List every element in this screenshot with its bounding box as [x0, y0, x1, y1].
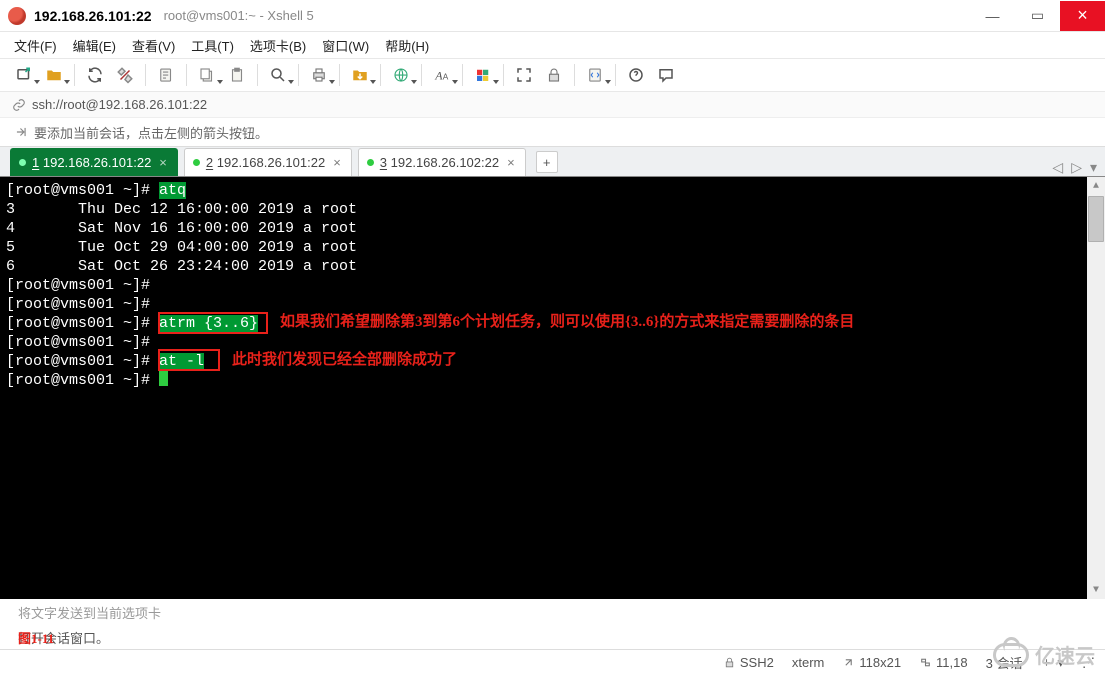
title-bar: 192.168.26.101:22 root@vms001:~ - Xshell…	[0, 0, 1105, 32]
terminal[interactable]: [root@vms001 ~]# atq 3 Thu Dec 12 16:00:…	[0, 176, 1105, 599]
hint-text: 要添加当前会话，点击左侧的箭头按钮。	[34, 123, 268, 142]
svg-text:A: A	[443, 73, 449, 82]
menu-edit[interactable]: 编辑(E)	[73, 36, 116, 55]
font-button[interactable]: AA	[428, 62, 456, 88]
annotation-box	[158, 312, 268, 334]
help-button[interactable]	[622, 62, 650, 88]
close-button[interactable]: ×	[1060, 1, 1105, 31]
menu-tab[interactable]: 选项卡(B)	[250, 36, 306, 55]
annotation-text: 此时我们发现已经全部删除成功了	[232, 351, 457, 370]
menu-file[interactable]: 文件(F)	[14, 36, 57, 55]
menu-tools[interactable]: 工具(T)	[191, 36, 234, 55]
tab-close-icon[interactable]: ×	[333, 155, 341, 170]
status-protocol: SSH2	[723, 655, 774, 670]
pos-icon	[919, 656, 932, 669]
scroll-up-icon[interactable]: ▲	[1087, 177, 1105, 195]
toolbar: AA	[0, 58, 1105, 92]
input-send-placeholder: 将文字发送到当前选项卡	[18, 603, 161, 622]
lock-icon	[723, 656, 736, 669]
tab-next-icon[interactable]: ▷	[1071, 159, 1082, 176]
print-button[interactable]	[305, 62, 333, 88]
at-job-row: 4 Sat Nov 16 16:00:00 2019 a root	[6, 219, 1099, 238]
status-bar: SSH2 xterm 118x21 11,18 3 会话 ▾ ⋰	[0, 649, 1105, 675]
app-logo-icon	[8, 7, 26, 25]
tab-session-3[interactable]: 3 192.168.26.102:22 ×	[358, 148, 526, 176]
lock-button[interactable]	[540, 62, 568, 88]
menu-help[interactable]: 帮助(H)	[385, 36, 429, 55]
tab-close-icon[interactable]: ×	[159, 155, 167, 170]
at-job-row: 3 Thu Dec 12 16:00:00 2019 a root	[6, 200, 1099, 219]
input-send-bar[interactable]: 将文字发送到当前选项卡	[0, 599, 1105, 625]
address-text: ssh://root@192.168.26.101:22	[32, 97, 207, 112]
status-dot-icon	[367, 159, 374, 166]
status-dot-icon	[193, 159, 200, 166]
scrollbar[interactable]: ▲ ▼	[1087, 177, 1105, 599]
tab-close-icon[interactable]: ×	[507, 155, 515, 170]
find-button[interactable]	[264, 62, 292, 88]
menu-window[interactable]: 窗口(W)	[322, 36, 369, 55]
add-tab-button[interactable]: +	[536, 151, 558, 173]
annotation-text: 如果我们希望删除第3到第6个计划任务，则可以使用{3..6}的方式来指定需要删除…	[280, 313, 854, 332]
cmd-atq: atq	[159, 182, 186, 199]
open-button[interactable]	[40, 62, 68, 88]
minimize-button[interactable]: —	[970, 1, 1015, 31]
tab-nav: ◁ ▷ ▾	[1052, 159, 1105, 176]
web-button[interactable]	[387, 62, 415, 88]
xftp-button[interactable]	[346, 62, 374, 88]
svg-text:A: A	[434, 69, 443, 83]
title-subtitle: root@vms001:~ - Xshell 5	[164, 8, 314, 23]
tab-prev-icon[interactable]: ◁	[1052, 159, 1063, 176]
status-pos: 11,18	[919, 655, 968, 670]
tab-session-2[interactable]: 2 192.168.26.101:22 ×	[184, 148, 352, 176]
arrow-icon	[14, 125, 28, 139]
status-size: 118x21	[842, 655, 901, 670]
disconnect-button[interactable]	[111, 62, 139, 88]
scroll-down-icon[interactable]: ▼	[1087, 581, 1105, 599]
maximize-button[interactable]: ▭	[1015, 1, 1060, 31]
status-dot-icon	[19, 159, 26, 166]
status-term: xterm	[792, 655, 825, 670]
figure-label: 图1-11	[18, 628, 54, 647]
hint-bar: 要添加当前会话，点击左侧的箭头按钮。	[0, 118, 1105, 146]
tab-bar: 1 192.168.26.101:22 × 2 192.168.26.101:2…	[0, 146, 1105, 176]
tab-session-1[interactable]: 1 192.168.26.101:22 ×	[10, 148, 178, 176]
cloud-icon	[993, 643, 1029, 667]
title-host: 192.168.26.101:22	[34, 8, 152, 24]
properties-button[interactable]	[152, 62, 180, 88]
scroll-thumb[interactable]	[1088, 196, 1104, 242]
menu-view[interactable]: 查看(V)	[132, 36, 175, 55]
size-icon	[842, 656, 855, 669]
color-button[interactable]	[469, 62, 497, 88]
comment-button[interactable]	[652, 62, 680, 88]
annotation-box	[158, 349, 220, 371]
watermark: 亿速云	[993, 640, 1095, 669]
link-icon	[12, 98, 26, 112]
address-bar[interactable]: ssh://root@192.168.26.101:22	[0, 92, 1105, 118]
copy-button[interactable]	[193, 62, 221, 88]
footer-note: 打开会话窗口。	[0, 625, 1105, 649]
new-session-button[interactable]	[10, 62, 38, 88]
script-button[interactable]	[581, 62, 609, 88]
at-job-row: 6 Sat Oct 26 23:24:00 2019 a root	[6, 257, 1099, 276]
menu-bar: 文件(F) 编辑(E) 查看(V) 工具(T) 选项卡(B) 窗口(W) 帮助(…	[0, 32, 1105, 58]
reconnect-button[interactable]	[81, 62, 109, 88]
tab-menu-icon[interactable]: ▾	[1090, 159, 1097, 176]
cursor-icon	[159, 371, 168, 386]
at-job-row: 5 Tue Oct 29 04:00:00 2019 a root	[6, 238, 1099, 257]
paste-button[interactable]	[223, 62, 251, 88]
fullscreen-button[interactable]	[510, 62, 538, 88]
